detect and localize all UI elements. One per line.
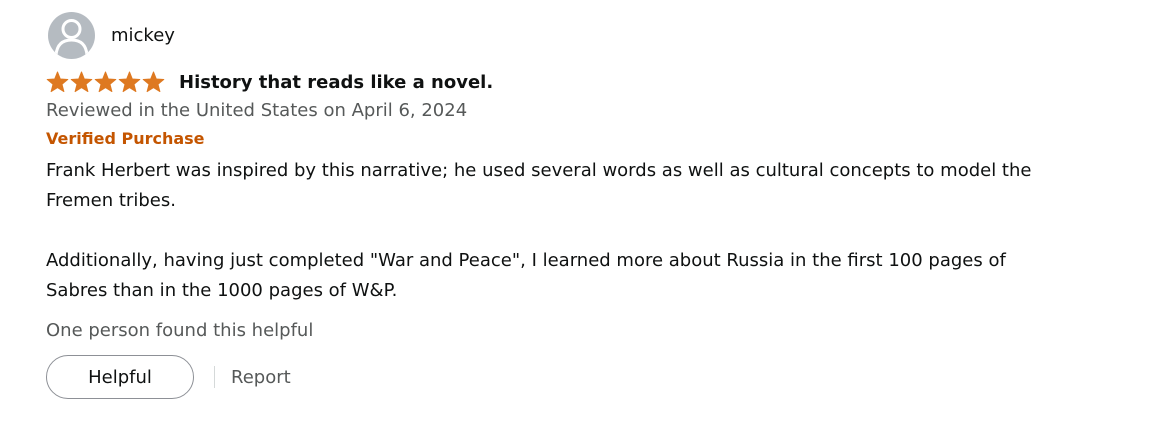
star-icon — [46, 71, 69, 93]
report-link[interactable]: Report — [231, 367, 291, 388]
review-paragraph: Additionally, having just completed "War… — [46, 250, 1006, 301]
star-icon — [118, 71, 141, 93]
helpful-count: One person found this helpful — [46, 320, 314, 341]
star-icon — [70, 71, 93, 93]
review-title[interactable]: History that reads like a novel. — [179, 72, 493, 93]
review-card: mickey History that reads like a novel. … — [46, 11, 1106, 399]
review-actions: Helpful Report — [46, 355, 1106, 399]
default-user-avatar-icon — [48, 11, 95, 59]
review-body: Frank Herbert was inspired by this narra… — [46, 156, 1056, 306]
helpful-button[interactable]: Helpful — [46, 355, 194, 399]
reviewer-profile[interactable]: mickey — [46, 11, 1106, 59]
review-title-row: History that reads like a novel. — [46, 70, 1106, 94]
star-icon — [94, 71, 117, 93]
reviewer-name[interactable]: mickey — [111, 25, 175, 46]
action-divider — [214, 366, 215, 388]
star-icon — [142, 71, 165, 93]
star-rating[interactable] — [46, 71, 165, 93]
review-date: Reviewed in the United States on April 6… — [46, 100, 468, 121]
review-paragraph: Frank Herbert was inspired by this narra… — [46, 160, 1032, 211]
verified-purchase-badge[interactable]: Verified Purchase — [46, 129, 1106, 148]
